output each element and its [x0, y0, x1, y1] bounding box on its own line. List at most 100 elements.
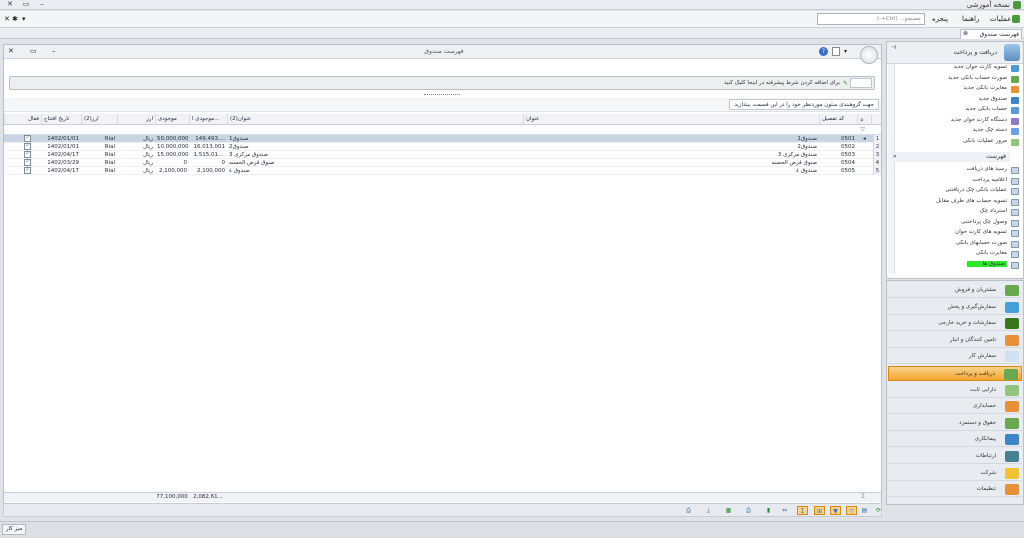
sidebar-list-item[interactable]: صندوق ها: [967, 260, 1007, 267]
refresh-icon[interactable]: ✱: [12, 15, 18, 23]
table-row[interactable]: 5 0505 صندوق ٤ صندوق ٤ 2,100,000 2,100,000 ریا…: [4, 167, 881, 175]
search-input[interactable]: جستجو... (Ctrl+-): [817, 13, 925, 25]
cell-code: 0505: [841, 168, 855, 174]
active-checkbox[interactable]: ✓: [24, 159, 31, 166]
module-item[interactable]: حقوق و دستمزد: [888, 416, 1022, 431]
minimize-icon[interactable]: –: [34, 0, 50, 8]
splitter-grip[interactable]: [424, 94, 460, 96]
column-header-title2[interactable]: عنوان(2): [227, 114, 523, 124]
section-header-list[interactable]: « فهرست: [890, 152, 1010, 162]
tab-close-icon[interactable]: ⊗: [963, 30, 968, 37]
module-item[interactable]: دارایی ثابت: [888, 383, 1022, 398]
advanced-filter-bar[interactable]: ✎ برای اضافه کردن شرط پیشرفته در اینجا ک…: [9, 76, 875, 90]
table-row[interactable]: 4 0504 صنوق قرض الحسنه صنوق قرض الحسنه 0 0 ریا…: [4, 159, 881, 167]
sidebar-quick-action[interactable]: حساب بانکی جدید: [897, 106, 1007, 112]
sidebar-quick-action[interactable]: مرور عملیات بانکی: [897, 138, 1007, 144]
filter-dropdown[interactable]: [850, 78, 872, 88]
menu-help[interactable]: راهنما: [962, 15, 979, 23]
pin-icon[interactable]: ⊣: [891, 44, 896, 51]
new-doc-icon[interactable]: [832, 47, 840, 56]
active-checkbox[interactable]: ✓: [24, 167, 31, 174]
columns-icon[interactable]: ▮: [764, 506, 773, 515]
menu-window[interactable]: پنجره: [932, 15, 948, 23]
sidebar-list-item[interactable]: مغایرت بانکی: [897, 250, 1007, 256]
filter-add-icon[interactable]: ✎: [843, 80, 848, 87]
table-row[interactable]: 2 0502 صندوق2 صندوق2 16,013,001 10,000,000 ریا…: [4, 143, 881, 151]
module-item[interactable]: شرکت: [888, 466, 1022, 481]
module-item[interactable]: دریافت و پرداخت: [888, 366, 1022, 381]
table-row[interactable]: 3 0503 صندوق مرکزی 3 صندوق مرکزی 3 1,515,01.…: [4, 151, 881, 159]
sidebar-quick-action[interactable]: تسویه کارت خوان جدید: [897, 64, 1007, 70]
export-icon[interactable]: ⤓: [704, 506, 713, 515]
sum-icon[interactable]: Σ: [797, 506, 808, 515]
sidebar-list-item[interactable]: تسویه های کارت خوان: [897, 229, 1007, 235]
module-item[interactable]: تنظیمات: [888, 482, 1022, 498]
group-by-area[interactable]: جهت گروهبندی ستون موردنظر خود را در این …: [4, 98, 881, 112]
arrows-icon[interactable]: ⇔: [780, 506, 789, 515]
window-close-icon[interactable]: ✕: [8, 47, 14, 55]
sidebar-list-item[interactable]: رسید های دریافت: [897, 166, 1007, 172]
row-number[interactable]: 5: [873, 167, 881, 175]
module-item[interactable]: تامین کنندگان و انبار: [888, 333, 1022, 348]
dropdown-icon[interactable]: ▾: [22, 15, 26, 23]
tab-cash-list[interactable]: ⊗ فهرست صندوق: [960, 29, 1022, 39]
advanced-filter-icon[interactable]: ▽: [846, 506, 857, 515]
grid-filter-row[interactable]: ▽: [4, 125, 881, 135]
module-item[interactable]: مشتریان و فروش: [888, 283, 1022, 298]
row-number[interactable]: 1: [873, 135, 881, 143]
column-header-open-date[interactable]: تاریخ افتتاح: [41, 114, 81, 124]
collapse-icon[interactable]: «: [893, 153, 897, 160]
column-header-currency[interactable]: ارز: [117, 114, 155, 124]
active-checkbox[interactable]: ✓: [24, 135, 31, 142]
column-header-title[interactable]: عنوان: [523, 114, 819, 124]
sidebar-list-item[interactable]: صورت حسابهای بانکی: [897, 240, 1007, 246]
help-icon[interactable]: ?: [819, 47, 828, 56]
row-number[interactable]: 3: [873, 151, 881, 159]
sidebar-list-item[interactable]: عملیات بانکی چک دریافتنی: [897, 187, 1007, 193]
sidebar-quick-action[interactable]: دستگاه کارت خوان جدید: [897, 117, 1007, 123]
column-header-active[interactable]: فعال: [4, 114, 41, 124]
sidebar-scrollbar[interactable]: [888, 64, 895, 274]
grid-search-icon[interactable]: ⌕: [857, 114, 871, 124]
restore-icon[interactable]: ▭: [18, 0, 34, 8]
refresh-grid-icon[interactable]: ⟳: [874, 506, 883, 515]
sidebar-quick-action[interactable]: دسته چک جدید: [897, 127, 1007, 133]
row-number[interactable]: 4: [873, 159, 881, 167]
filter-icon[interactable]: ▼: [830, 506, 841, 515]
column-header-balance-pct[interactable]: موجودی ا...: [189, 114, 227, 124]
active-checkbox[interactable]: ✓: [24, 151, 31, 158]
sidebar-quick-action[interactable]: صندوق جدید: [897, 96, 1007, 102]
filter-funnel-icon[interactable]: ▽: [860, 126, 865, 133]
sidebar-list-item[interactable]: اعلامیه پرداخت: [897, 177, 1007, 183]
window-menu-icon[interactable]: ▾: [844, 48, 847, 55]
close-icon[interactable]: ✕: [2, 0, 18, 8]
column-header-balance[interactable]: موجودی: [155, 114, 189, 124]
row-number[interactable]: 2: [873, 143, 881, 151]
window-restore-icon[interactable]: ▭: [30, 47, 37, 55]
grid-icon[interactable]: ▤: [860, 506, 869, 515]
module-item[interactable]: ارتباطات: [888, 449, 1022, 464]
desktop-button[interactable]: میز کار: [2, 524, 26, 535]
window-minimize-icon[interactable]: –: [52, 47, 56, 55]
layout-icon[interactable]: ⊞: [814, 506, 825, 515]
sidebar-quick-action[interactable]: صورت حساب بانکی جدید: [897, 75, 1007, 81]
excel-icon[interactable]: ▦: [724, 506, 733, 515]
print-preview-icon[interactable]: ⎙: [744, 506, 753, 515]
column-header-code[interactable]: کد تفصیل: [819, 114, 857, 124]
sidebar-list-item[interactable]: استرداد چک: [897, 208, 1007, 214]
active-checkbox[interactable]: ✓: [24, 143, 31, 150]
close-doc-icon[interactable]: ✕: [4, 15, 10, 23]
module-item[interactable]: حسابداری: [888, 399, 1022, 415]
sidebar-list-item[interactable]: وصول چک پرداختنی: [897, 219, 1007, 225]
table-row[interactable]: 1 ◂ 0501 صندوق1 صندوق1 149,493.... 50,000,000 ر…: [4, 135, 881, 143]
module-item[interactable]: سفارش کار: [888, 349, 1022, 365]
column-header-currency2[interactable]: ارز(2): [81, 114, 117, 124]
print-icon[interactable]: ⎙: [684, 506, 693, 515]
module-label: پیمانکاری: [974, 436, 996, 443]
menu-operations[interactable]: عملیات: [990, 15, 1011, 23]
sidebar-quick-action[interactable]: مغایرت بانکی جدید: [897, 85, 1007, 91]
module-item[interactable]: سفارشات و خرید خارجی: [888, 316, 1022, 332]
sidebar-list-item[interactable]: تسویه حساب های طرف مقابل: [897, 198, 1007, 204]
module-item[interactable]: سفارش‌گیری و پخش: [888, 300, 1022, 315]
module-item[interactable]: پیمانکاری: [888, 432, 1022, 448]
